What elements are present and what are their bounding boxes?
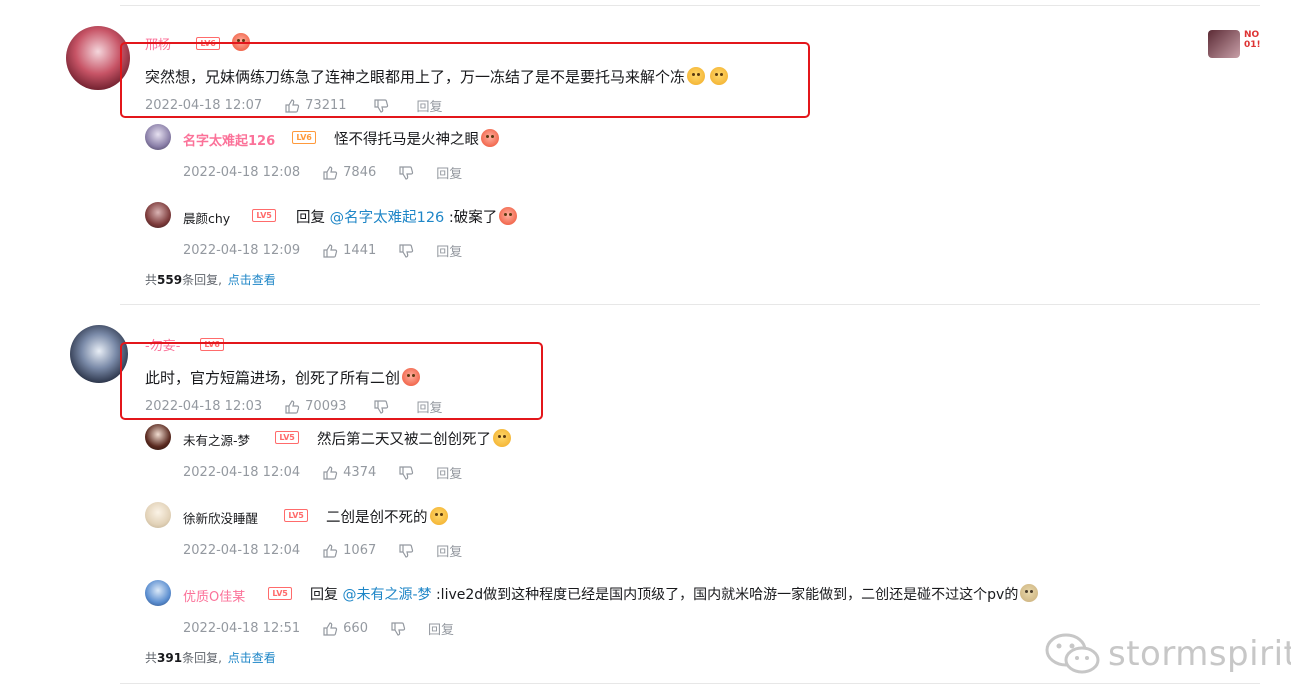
watermark-text: stormspirit bbox=[1108, 634, 1291, 674]
timestamp: 2022-04-18 12:09 bbox=[183, 243, 301, 258]
reply-text-body: :live2d做到这种程度已经是国内顶级了，国内就米哈游一家能做到，二创还是碰不… bbox=[431, 587, 1019, 603]
reply-text: 怪不得托马是火神之眼 bbox=[334, 128, 499, 149]
reply-meta: 2022-04-18 12:09 1441 回复 bbox=[183, 241, 462, 260]
like-count: 1441 bbox=[343, 243, 377, 258]
mention-link[interactable]: @名字太难起126 bbox=[330, 210, 445, 226]
level-badge: LV5 bbox=[275, 431, 299, 444]
reply-text-body: 二创是创不死的 bbox=[326, 510, 428, 526]
timestamp: 2022-04-18 12:51 bbox=[183, 621, 301, 636]
level-badge: LV5 bbox=[268, 587, 292, 600]
reply-text: 回复 @名字太难起126 :破案了 bbox=[296, 206, 518, 227]
reply-button[interactable]: 回复 bbox=[436, 541, 462, 560]
reply-meta: 2022-04-18 12:08 7846 回复 bbox=[183, 163, 462, 182]
reply-text-body: 怪不得托马是火神之眼 bbox=[334, 132, 479, 148]
emoji-icon bbox=[1020, 584, 1039, 602]
reply-meta: 2022-04-18 12:51 660 回复 bbox=[183, 619, 454, 638]
reply-count-number: 391 bbox=[157, 651, 183, 665]
dislike-icon[interactable] bbox=[390, 621, 408, 637]
side-badge-text: NO 01! bbox=[1244, 30, 1261, 50]
avatar[interactable] bbox=[145, 202, 171, 228]
reply-count-suffix: 条回复, bbox=[182, 651, 226, 665]
like-count: 660 bbox=[343, 621, 368, 636]
like-count: 4374 bbox=[343, 465, 377, 480]
reply-prefix: 回复 bbox=[310, 587, 343, 603]
like-icon[interactable] bbox=[322, 621, 340, 637]
dislike-icon[interactable] bbox=[398, 543, 416, 559]
like-icon[interactable] bbox=[322, 165, 340, 181]
emoji-icon bbox=[499, 207, 518, 225]
top-divider bbox=[120, 5, 1260, 6]
reply-meta: 2022-04-18 12:04 4374 回复 bbox=[183, 463, 462, 482]
thread-divider bbox=[120, 304, 1260, 305]
view-replies-link[interactable]: 点击查看 bbox=[228, 273, 276, 287]
level-badge: LV5 bbox=[252, 209, 276, 222]
watermark: stormspirit bbox=[1044, 632, 1291, 676]
avatar[interactable] bbox=[145, 580, 171, 606]
dislike-icon[interactable] bbox=[398, 465, 416, 481]
reply-text: 二创是创不死的 bbox=[326, 506, 448, 527]
avatar[interactable] bbox=[145, 124, 171, 150]
emoji-icon bbox=[429, 507, 448, 525]
username[interactable]: 晨颜chy bbox=[183, 208, 230, 227]
username[interactable]: 徐新欣没睡醒 bbox=[183, 508, 258, 527]
reply-button[interactable]: 回复 bbox=[436, 463, 462, 482]
reply-count-prefix: 共 bbox=[145, 273, 158, 287]
like-count: 7846 bbox=[343, 165, 377, 180]
reply-button[interactable]: 回复 bbox=[436, 163, 462, 182]
timestamp: 2022-04-18 12:04 bbox=[183, 465, 301, 480]
dislike-icon[interactable] bbox=[398, 165, 416, 181]
like-count: 1067 bbox=[343, 543, 377, 558]
dislike-icon[interactable] bbox=[398, 243, 416, 259]
reply-text-body: 然后第二天又被二创创死了 bbox=[317, 432, 491, 448]
avatar[interactable] bbox=[145, 502, 171, 528]
reply-text: 回复 @未有之源-梦 :live2d做到这种程度已经是国内顶级了，国内就米哈游一… bbox=[310, 584, 1039, 604]
like-icon[interactable] bbox=[322, 543, 340, 559]
reply-text-body: :破案了 bbox=[444, 210, 498, 226]
bottom-divider bbox=[120, 683, 1260, 684]
reply-button[interactable]: 回复 bbox=[428, 619, 454, 638]
username[interactable]: 未有之源-梦 bbox=[183, 430, 250, 449]
wechat-icon bbox=[1044, 632, 1102, 676]
timestamp: 2022-04-18 12:08 bbox=[183, 165, 301, 180]
highlight-box bbox=[120, 342, 543, 420]
reply-text: 然后第二天又被二创创死了 bbox=[317, 428, 511, 449]
side-badge-icon bbox=[1208, 30, 1240, 58]
reply-meta: 2022-04-18 12:04 1067 回复 bbox=[183, 541, 462, 560]
reply-prefix: 回复 bbox=[296, 210, 330, 226]
highlight-box bbox=[120, 42, 810, 118]
reply-count-number: 559 bbox=[157, 273, 183, 287]
timestamp: 2022-04-18 12:04 bbox=[183, 543, 301, 558]
avatar[interactable] bbox=[145, 424, 171, 450]
reply-count: 共559条回复, 点击查看 bbox=[145, 271, 276, 288]
reply-count-suffix: 条回复, bbox=[182, 273, 226, 287]
username[interactable]: 优质O佳某 bbox=[183, 586, 245, 605]
level-badge: LV6 bbox=[292, 131, 316, 144]
mention-link[interactable]: @未有之源-梦 bbox=[342, 587, 431, 603]
level-badge: LV5 bbox=[284, 509, 308, 522]
view-replies-link[interactable]: 点击查看 bbox=[228, 651, 276, 665]
reply-count: 共391条回复, 点击查看 bbox=[145, 649, 276, 666]
username[interactable]: 名字太难起126 bbox=[183, 130, 275, 149]
doge-emoji-icon bbox=[481, 129, 499, 147]
reply-button[interactable]: 回复 bbox=[436, 241, 462, 260]
like-icon[interactable] bbox=[322, 243, 340, 259]
like-icon[interactable] bbox=[322, 465, 340, 481]
doge-emoji-icon bbox=[493, 429, 511, 447]
reply-count-prefix: 共 bbox=[145, 651, 158, 665]
